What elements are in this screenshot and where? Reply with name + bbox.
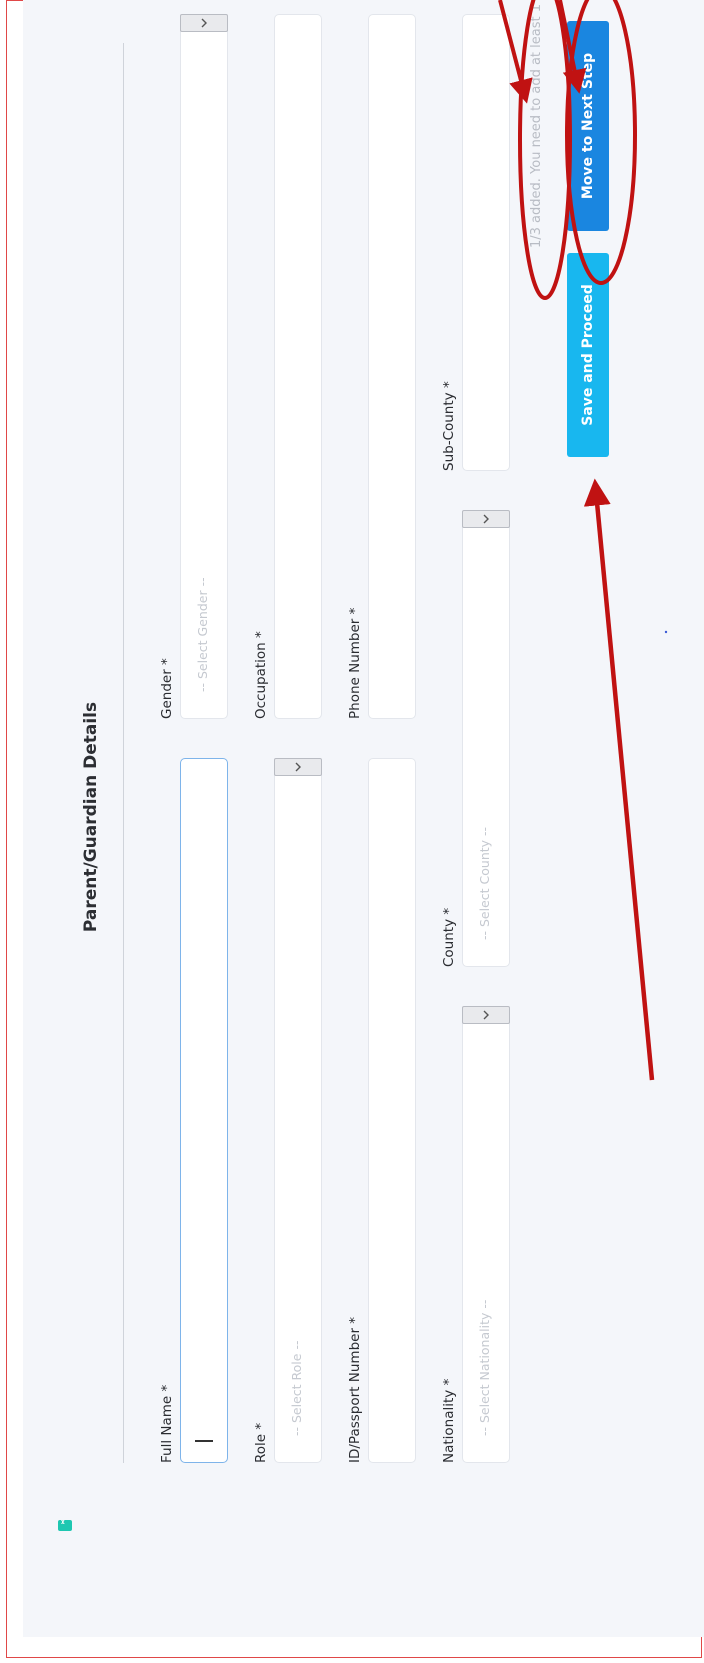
save-and-proceed-button[interactable]: Save and Proceed <box>567 253 609 457</box>
phone-number-input[interactable] <box>368 14 416 719</box>
occupation-label: Occupation * <box>253 631 269 719</box>
gender-select[interactable]: -- Select Gender -- <box>180 14 228 719</box>
nationality-label: Nationality * <box>441 1378 457 1463</box>
chevron-down-icon[interactable] <box>274 758 322 776</box>
role-placeholder: -- Select Role -- <box>289 1340 304 1436</box>
status-message: 1/3 added. You need to add at least 1 <box>529 3 544 249</box>
title-divider <box>123 43 124 1463</box>
gender-placeholder: -- Select Gender -- <box>195 577 210 692</box>
county-label: County * <box>441 907 457 967</box>
occupation-input[interactable] <box>274 14 322 719</box>
nationality-select[interactable]: -- Select Nationality -- <box>462 1006 510 1463</box>
sub-county-label: Sub-County * <box>441 381 457 471</box>
role-select[interactable]: -- Select Role -- <box>274 758 322 1463</box>
full-name-input[interactable] <box>180 758 228 1463</box>
chevron-down-icon[interactable] <box>462 1006 510 1024</box>
page-title: Parent/Guardian Details <box>81 701 101 933</box>
role-label: Role * <box>253 1422 269 1463</box>
id-passport-label: ID/Passport Number * <box>347 1316 363 1463</box>
nationality-placeholder: -- Select Nationality -- <box>477 1299 492 1436</box>
chevron-down-icon[interactable] <box>180 14 228 32</box>
phone-number-label: Phone Number * <box>347 607 363 719</box>
full-name-label: Full Name * <box>159 1384 175 1463</box>
text-caret <box>195 1440 213 1442</box>
gender-label: Gender * <box>159 658 175 719</box>
county-placeholder: -- Select County -- <box>477 826 492 940</box>
id-passport-input[interactable] <box>368 758 416 1463</box>
form-page: Parent/Guardian Details Full Name * Gend… <box>23 0 704 1637</box>
sub-county-input[interactable] <box>462 14 510 471</box>
chevron-down-icon[interactable] <box>462 510 510 528</box>
app-logo-icon: ᵡ <box>58 1519 72 1531</box>
move-to-next-step-button[interactable]: Move to Next Step <box>567 21 609 231</box>
county-select[interactable]: -- Select County -- <box>462 510 510 967</box>
